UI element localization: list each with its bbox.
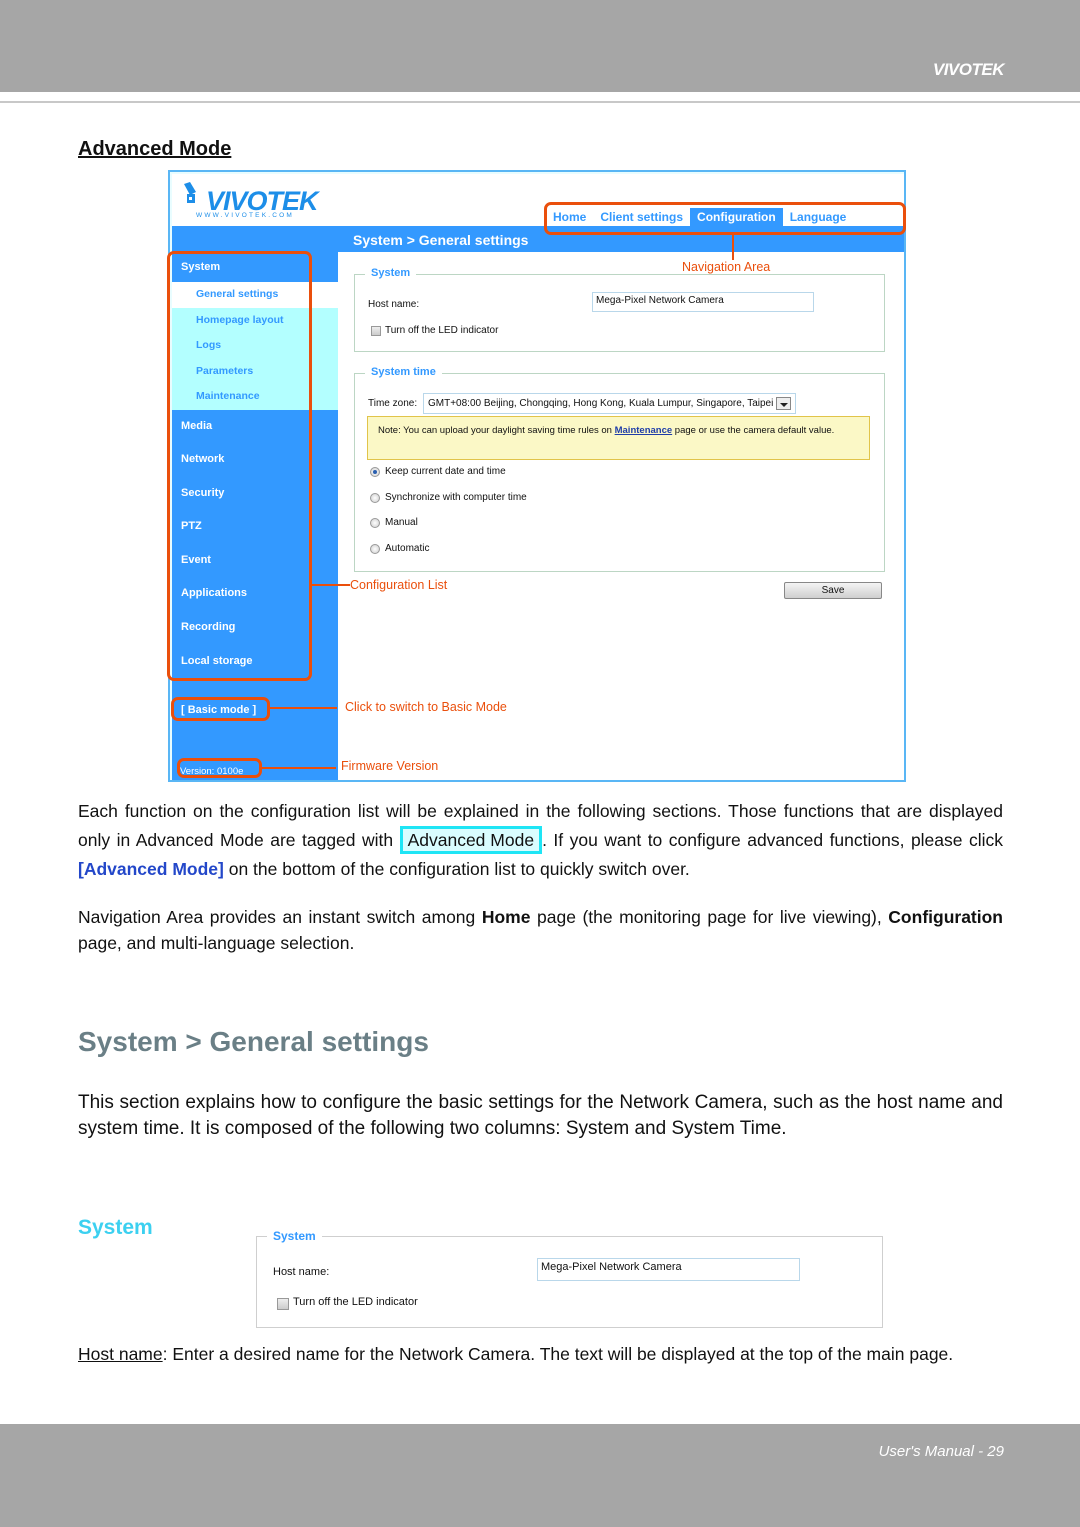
system-fieldset: System Host name: Mega-Pixel Network Cam… [354,267,885,352]
paragraph-section-intro: This section explains how to configure t… [78,1092,1003,1139]
host-name-label: Host name: [368,299,420,310]
camera-logo-icon [184,182,196,203]
system-time-fieldset: System time Time zone: GMT+08:00 Beijing… [354,366,885,572]
radio-automatic[interactable] [370,544,380,554]
radio-sync-computer[interactable] [370,493,380,503]
paragraph-host-name: Host name: Enter a desired name for the … [78,1343,1003,1366]
header-brand: VIVOTEK [932,60,1005,79]
system-fieldset-example: System Host name: Mega-Pixel Network Cam… [256,1229,883,1328]
p2-configuration-term: Configuration [888,907,1003,927]
paragraph-navigation-area: Navigation Area provides an instant swit… [78,904,1003,956]
p1-text-b: . If you want to configure advanced func… [542,830,1004,850]
host-name-input[interactable]: Mega-Pixel Network Camera [592,292,814,312]
p2-text-b: page (the monitoring page for live viewi… [530,907,889,927]
time-zone-select[interactable]: GMT+08:00 Beijing, Chongqing, Hong Kong,… [423,393,797,414]
p2-text-c: page, and multi-language selection. [78,933,355,953]
breadcrumb: System > General settings [353,232,529,248]
navigation-area-pointer [732,235,734,260]
navigation-area-highlight [544,202,906,235]
page-number: User's Manual - 29 [878,1443,1004,1460]
basic-mode-highlight [171,697,270,721]
navigation-area-annotation: Navigation Area [682,260,771,274]
firmware-version-pointer [262,767,336,769]
option-automatic: Automatic [385,543,430,554]
advanced-mode-tag: Advanced Mode [399,826,543,854]
time-zone-value: GMT+08:00 Beijing, Chongqing, Hong Kong,… [428,398,774,410]
host-name-term: Host name [78,1344,163,1364]
manual-header-bar [0,0,1080,92]
save-button[interactable]: Save [784,582,882,599]
section-title: System > General settings [78,1026,429,1057]
system-legend: System [365,267,417,279]
configuration-list-annotation: Configuration List [350,578,448,592]
paragraph-advanced-mode: Each function on the configuration list … [78,797,1003,884]
note-text-end: page or use the camera default value. [672,425,835,436]
led-checkbox[interactable] [371,326,381,336]
p2-text-a: Navigation Area provides an instant swit… [78,907,482,927]
manual-footer-bar [0,1424,1080,1527]
system-time-legend: System time [365,366,442,378]
firmware-version-annotation: Firmware Version [341,759,439,773]
host-name-input-example[interactable]: Mega-Pixel Network Camera [537,1258,800,1281]
host-name-description: : Enter a desired name for the Network C… [162,1344,954,1364]
subsection-title: System [78,1216,153,1239]
led-label: Turn off the LED indicator [385,325,499,336]
basic-mode-pointer [270,707,337,709]
option-keep-current: Keep current date and time [385,466,506,477]
host-name-label-example: Host name: [273,1266,330,1278]
basic-mode-annotation: Click to switch to Basic Mode [345,700,507,714]
radio-manual[interactable] [370,518,380,528]
advanced-mode-heading: Advanced Mode [78,138,232,160]
header-divider [0,101,1080,103]
logo-url: WWW.VIVOTEK.COM [196,212,294,219]
time-zone-label: Time zone: [368,398,418,409]
system-legend-example: System [267,1229,322,1243]
configuration-list-pointer [312,584,350,586]
firmware-version-highlight [177,758,262,778]
advanced-mode-link[interactable]: [Advanced Mode] [78,859,224,879]
chevron-down-icon[interactable] [776,397,792,410]
note-text: Note: You can upload your daylight savin… [378,425,615,436]
maintenance-link[interactable]: Maintenance [615,425,673,436]
led-checkbox-example[interactable] [277,1298,289,1310]
option-manual: Manual [385,517,418,528]
radio-keep-current[interactable] [370,467,380,477]
p1-text-c: on the bottom of the configuration list … [223,859,690,879]
p2-home-term: Home [481,907,531,927]
dst-note: Note: You can upload your daylight savin… [367,416,870,460]
led-label-example: Turn off the LED indicator [293,1296,418,1308]
configuration-list-highlight [167,251,312,681]
option-sync-computer: Synchronize with computer time [385,492,527,503]
